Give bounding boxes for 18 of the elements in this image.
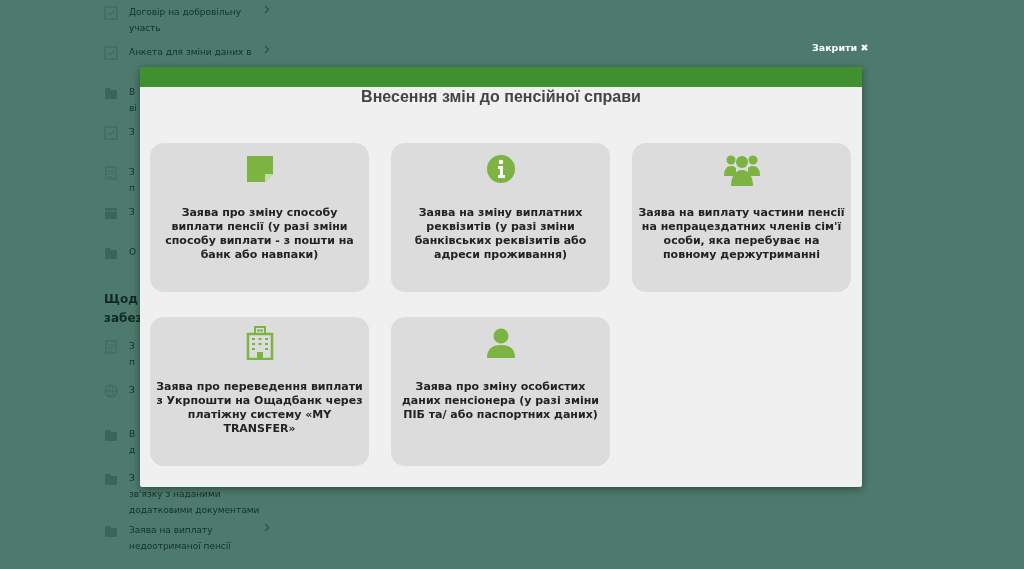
card-title: Заява на зміну виплатних реквізитів (у разі зміни банківських реквізитів або адреси проживання) [413, 206, 588, 262]
card-title: Заява про зміну особистих даних пенсіонера (у разі зміни ПІБ та/ або паспортних даних) [401, 380, 600, 422]
modal-title: Внесення змін до пенсійної справи [360, 88, 642, 106]
item-label: З п [129, 166, 135, 195]
item-label: О [129, 246, 137, 259]
item-label: Заява на виплату недоотриманої пенсії [129, 524, 231, 553]
card-title: Заява про зміну способу виплати пенсії (у разі зміни способу виплати - з пошти на банк або навпаки) [164, 206, 355, 262]
item-label: З п [129, 340, 135, 369]
item-label: В ві [129, 86, 137, 115]
card-title: Заява на виплату частини пенсії на непрацездатних членів сім'ї особи, яка перебуває на повному держутриманні [637, 206, 846, 262]
item-label: З [129, 206, 135, 219]
item-label: З [129, 384, 135, 397]
item-label: З зв'язку з наданими додатковими документами [129, 472, 260, 517]
item-label: Анкета для зміни даних в [129, 46, 252, 59]
item-label: З [129, 126, 135, 139]
card-title: Заява про переведення виплати з Укрпошти на Ощадбанк через платіжну систему «MY TRANSFER» [155, 380, 364, 436]
item-label: В д [129, 428, 136, 457]
item-label: Договір на добровільну участь [129, 6, 241, 35]
